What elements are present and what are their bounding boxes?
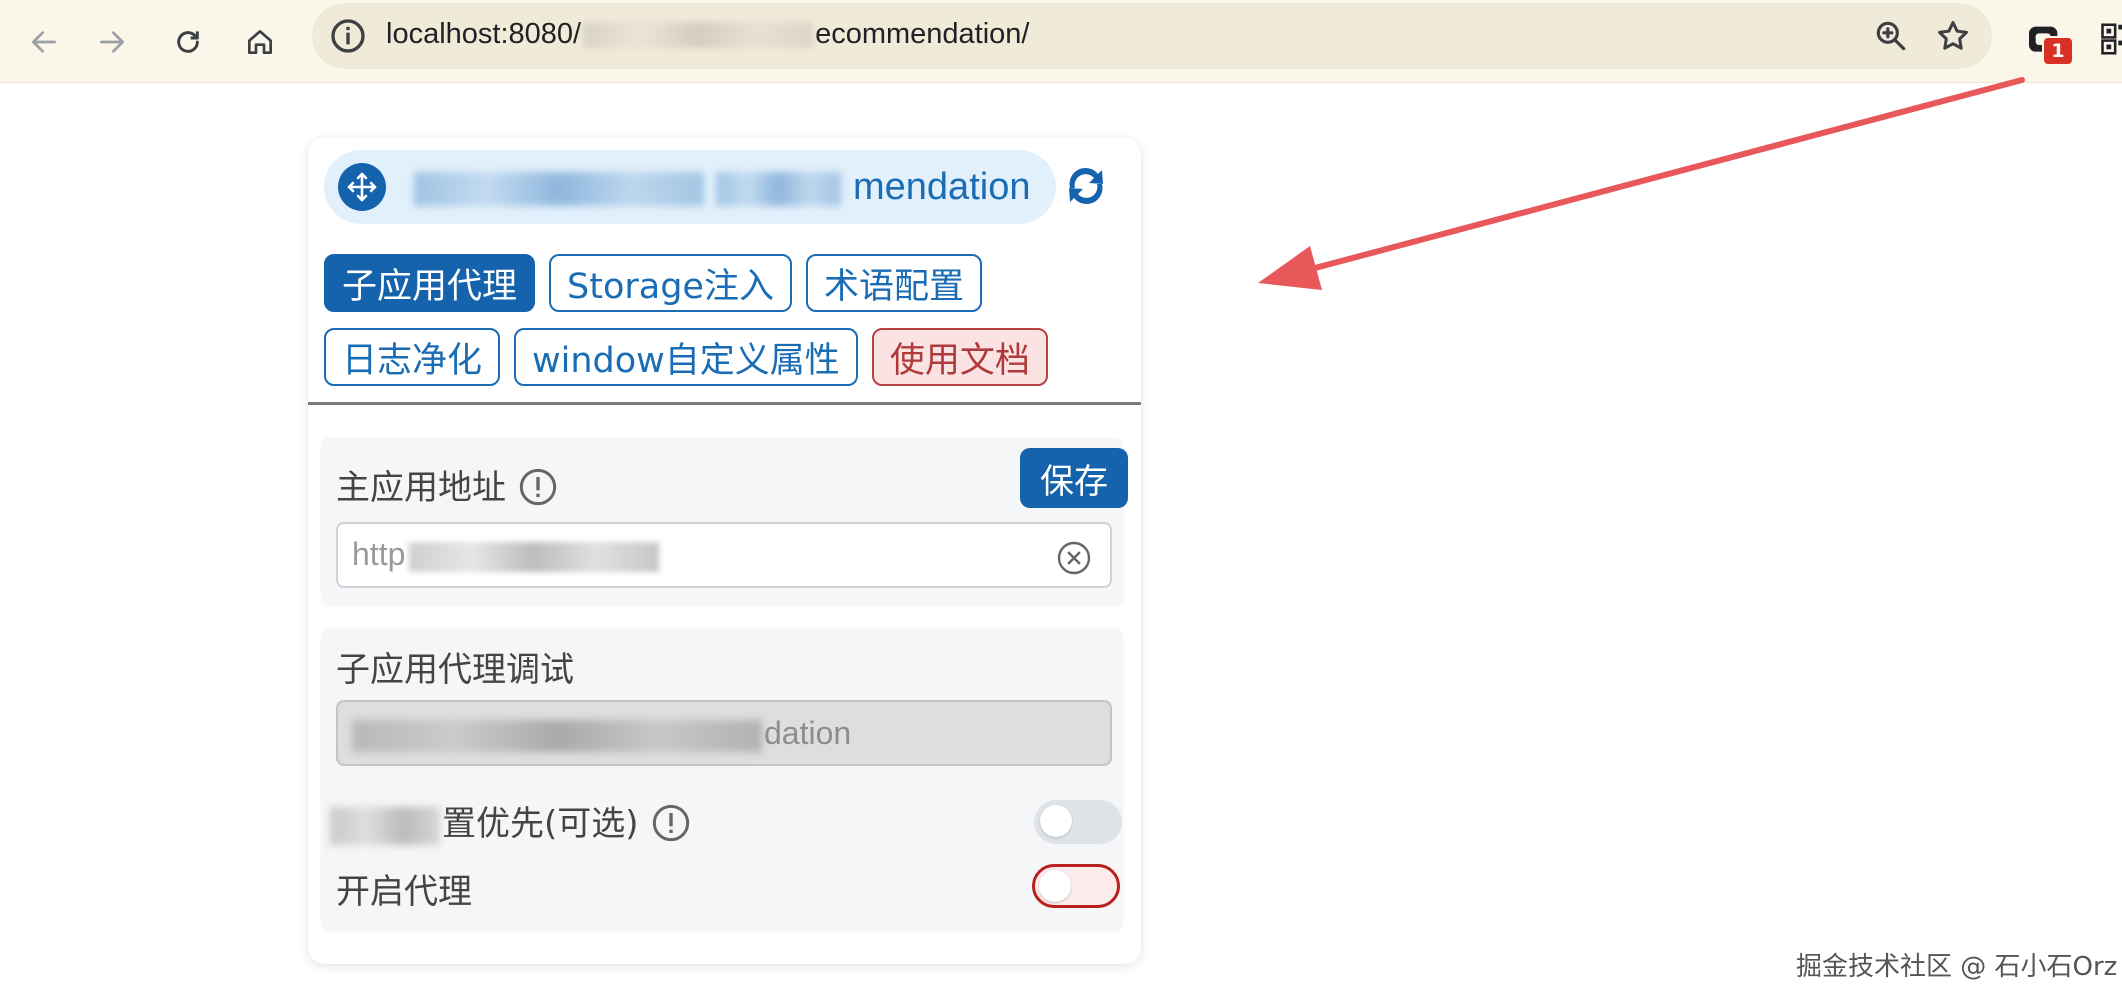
priority-toggle[interactable] — [1034, 800, 1122, 844]
move-icon[interactable] — [338, 163, 386, 211]
tab-docs[interactable]: 使用文档 — [871, 328, 1048, 386]
clear-input-icon[interactable] — [1056, 540, 1092, 576]
main-app-url-input[interactable]: http — [336, 522, 1112, 588]
info-alert-icon[interactable] — [651, 803, 691, 843]
redacted-url-segment — [583, 22, 814, 49]
tab-window-properties[interactable]: window自定义属性 — [514, 328, 858, 386]
home-icon — [248, 30, 272, 54]
enable-proxy-toggle[interactable] — [1032, 864, 1120, 908]
refresh-icon[interactable] — [1060, 160, 1112, 212]
redacted-title-segment — [414, 171, 704, 206]
panel-header: mendation — [324, 150, 1056, 224]
sub-app-url-field: dation — [336, 700, 1112, 766]
url-text: localhost:8080/ecommendation/ — [386, 18, 1030, 50]
tab-log-cleanup[interactable]: 日志净化 — [324, 328, 501, 386]
zoom-icon[interactable] — [1872, 17, 1910, 55]
reload-icon — [177, 31, 199, 53]
sub-app-label: 子应用代理调试 — [336, 650, 574, 690]
address-bar[interactable]: localhost:8080/ecommendation/ — [312, 3, 1992, 69]
tab-bar: 子应用代理 Storage注入 术语配置 日志净化 window自定义属性 使用… — [324, 254, 1124, 402]
tab-storage-injection[interactable]: Storage注入 — [549, 254, 792, 312]
extension-badge: 1 — [2042, 36, 2074, 66]
bookmark-star-icon[interactable] — [1934, 17, 1972, 55]
sub-app-section: 子应用代理调试 dation 置优先(可选) 开启代理 — [322, 628, 1122, 930]
panel-title: mendation — [414, 166, 1030, 209]
site-info-icon[interactable] — [328, 16, 368, 56]
proxy-label: 开启代理 — [336, 872, 472, 912]
forward-button[interactable] — [86, 16, 138, 68]
proxy-panel: mendation 子应用代理 Storage注入 术语配置 日志净化 wind… — [308, 138, 1141, 964]
main-app-label-row: 主应用地址 — [336, 460, 558, 509]
redacted-field-segment — [352, 719, 762, 752]
redacted-label-segment — [330, 806, 440, 845]
priority-label-row: 置优先(可选) — [330, 796, 691, 845]
reload-button[interactable] — [162, 16, 214, 68]
save-button[interactable]: 保存 — [1020, 448, 1128, 508]
arrow-right-icon — [100, 31, 124, 53]
priority-label: 置优先(可选) — [442, 804, 639, 844]
qr-code-icon[interactable] — [2098, 20, 2122, 58]
main-app-label: 主应用地址 — [336, 468, 506, 508]
home-button[interactable] — [234, 16, 286, 68]
info-alert-icon[interactable] — [518, 467, 558, 507]
arrow-left-icon — [32, 31, 56, 53]
main-app-section: 主应用地址 保存 http — [322, 438, 1128, 604]
back-button[interactable] — [18, 16, 70, 68]
redacted-title-segment — [716, 171, 841, 206]
redacted-input-segment — [409, 541, 660, 572]
watermark: 掘金技术社区 @ 石小石Orz — [1796, 952, 2118, 982]
browser-toolbar: localhost:8080/ecommendation/ 1 — [0, 0, 2122, 83]
divider — [308, 402, 1141, 405]
tab-sub-app-proxy[interactable]: 子应用代理 — [324, 254, 536, 312]
tab-term-config[interactable]: 术语配置 — [805, 254, 982, 312]
